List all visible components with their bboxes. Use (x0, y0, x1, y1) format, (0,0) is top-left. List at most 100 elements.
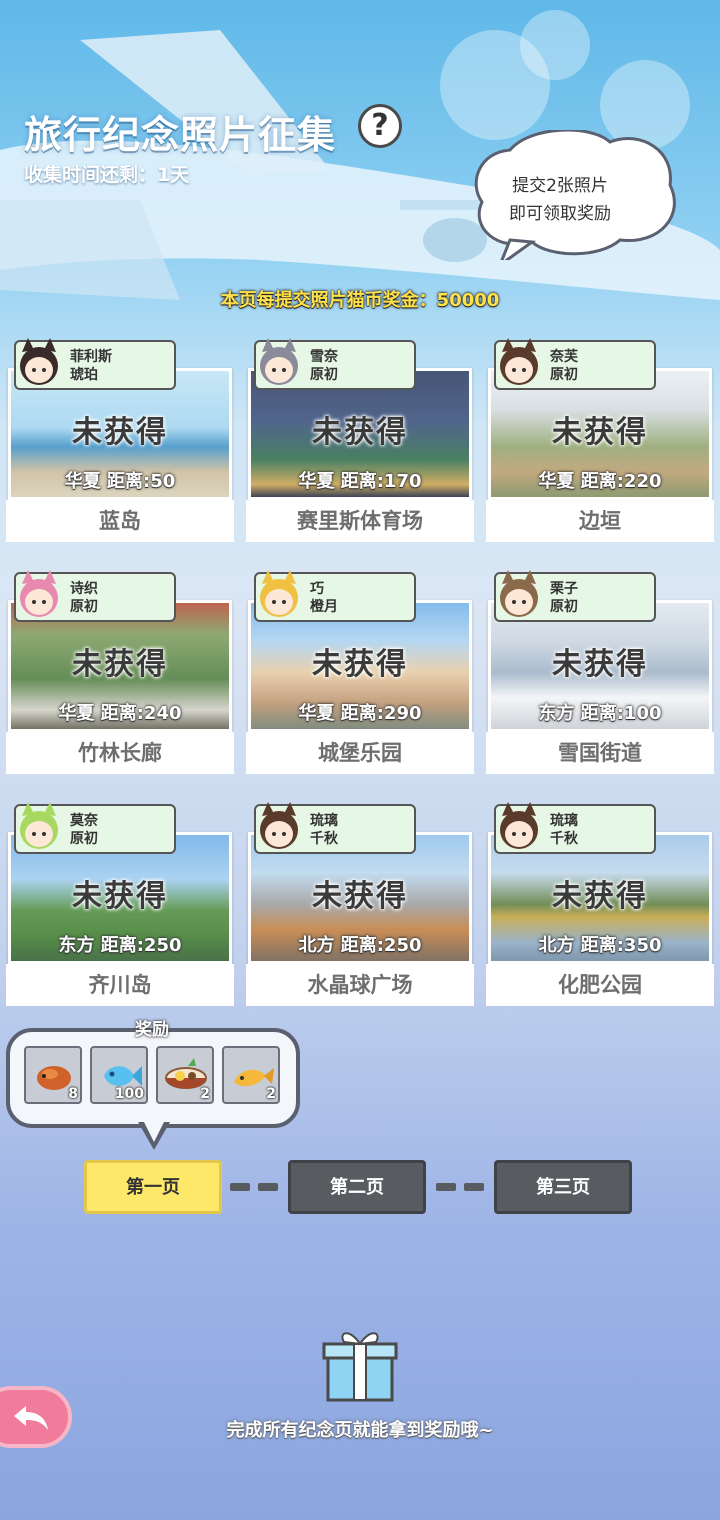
character-avatar-icon (260, 802, 298, 849)
photo-distance: 北方 距离:350 (538, 935, 662, 956)
character-name: 巧橙月 (310, 580, 338, 616)
gift-box-icon[interactable] (320, 1324, 400, 1404)
photo-card[interactable]: 未获得东方 距离:250 齐川岛 莫奈原初 (6, 802, 234, 1009)
photo-status: 未获得 (312, 879, 408, 914)
character-avatar-icon (20, 338, 58, 385)
character-tag: 奈芙 原初 (494, 338, 656, 390)
character-name: 奈芙 原初 (550, 348, 578, 384)
character-name-line2: 千秋 (310, 831, 338, 847)
character-tag: 巧橙月 (254, 570, 416, 622)
photo-status: 未获得 (552, 647, 648, 682)
character-name: 栗子 原初 (550, 580, 578, 616)
character-name: 琉璃 千秋 (310, 812, 338, 848)
character-name-line1: 奈芙 (550, 349, 578, 365)
page-2-button[interactable]: 第二页 (288, 1160, 426, 1214)
page-title: 旅行纪念照片征集 (24, 113, 337, 157)
bubble-text: 提交2张照片 即可领取奖励 (470, 172, 650, 228)
character-name: 雪奈 原初 (310, 348, 338, 384)
reward-item-roast-fish[interactable]: 8 (24, 1046, 82, 1104)
time-remaining: 收集时间还剩：1天 (24, 164, 190, 186)
character-name-line2: 原初 (70, 599, 98, 615)
photo-distance: 华夏 距离:50 (64, 471, 176, 492)
photo-status: 未获得 (312, 415, 408, 450)
photo-card[interactable]: 未获得华夏 距离:170 赛里斯体育场 雪奈原初 (246, 338, 474, 545)
photo-card[interactable]: 未获得华夏 距离:240 竹林长廊 诗织 原初 (6, 570, 234, 777)
location-name: 赛里斯体育场 (246, 500, 474, 542)
reward-item-ramen[interactable]: 2 (156, 1046, 214, 1104)
photo-card[interactable]: 未获得华夏 距离:50 蓝岛 菲利斯琥珀 (6, 338, 234, 545)
character-tag: 栗子 原初 (494, 570, 656, 622)
photo-status: 未获得 (72, 879, 168, 914)
reward-tail-inner (142, 1118, 166, 1142)
character-name: 诗织 原初 (70, 580, 98, 616)
photo-distance: 华夏 距离:240 (58, 703, 182, 724)
page-connector (258, 1183, 278, 1191)
character-name-line2: 原初 (310, 367, 338, 383)
location-name: 竹林长廊 (6, 732, 234, 774)
photo-card[interactable]: 未获得北方 距离:350 化肥公园 琉璃千秋 (486, 802, 714, 1009)
photo-distance: 华夏 距离:290 (298, 703, 422, 724)
character-name-line1: 巧 (310, 581, 324, 597)
location-name: 雪国街道 (486, 732, 714, 774)
character-name: 莫奈 原初 (70, 812, 98, 848)
character-name-line2: 橙月 (310, 599, 338, 615)
character-name-line1: 莫奈 (70, 813, 98, 829)
location-name: 水晶球广场 (246, 964, 474, 1006)
page-connector (230, 1183, 250, 1191)
reward-label: 奖励 (135, 1020, 169, 1040)
character-tag: 琉璃 千秋 (254, 802, 416, 854)
character-name: 琉璃 千秋 (550, 812, 578, 848)
location-name: 化肥公园 (486, 964, 714, 1006)
photo-card[interactable]: 未获得北方 距离:250 水晶球广场 琉璃 千秋 (246, 802, 474, 1009)
character-tag: 诗织 原初 (14, 570, 176, 622)
reward-qty: 2 (200, 1086, 210, 1102)
back-button[interactable] (0, 1386, 72, 1448)
photo-distance: 东方 距离:100 (538, 703, 662, 724)
photo-status: 未获得 (552, 879, 648, 914)
character-avatar-icon (500, 802, 538, 849)
location-name: 齐川岛 (6, 964, 234, 1006)
character-name-line2: 原初 (550, 367, 578, 383)
photo-distance: 华夏 距离:220 (538, 471, 662, 492)
footer-hint: 完成所有纪念页就能拿到奖励哦~ (226, 1420, 494, 1441)
character-tag: 菲利斯 琥珀 (14, 338, 176, 390)
character-tag: 莫奈 原初 (14, 802, 176, 854)
character-name-line1: 菲利斯 (70, 349, 112, 365)
location-name: 城堡乐园 (246, 732, 474, 774)
photo-status: 未获得 (72, 415, 168, 450)
character-avatar-icon (500, 570, 538, 617)
page-3-button[interactable]: 第三页 (494, 1160, 632, 1214)
character-name: 菲利斯 琥珀 (70, 348, 112, 384)
photo-card[interactable]: 未获得东方 距离:100 雪国街道 栗子原初 (486, 570, 714, 777)
character-avatar-icon (260, 338, 298, 385)
character-name-line2: 琥珀 (70, 367, 98, 383)
photo-distance: 北方 距离:250 (298, 935, 422, 956)
help-button[interactable]: ? (358, 104, 402, 148)
photo-distance: 华夏 距离:170 (298, 471, 422, 492)
reward-qty: 8 (68, 1086, 78, 1102)
bubble-line-2: 即可领取奖励 (509, 204, 611, 224)
photo-status: 未获得 (72, 647, 168, 682)
reward-item-dried-fish[interactable]: 2 (222, 1046, 280, 1104)
photo-card[interactable]: 未获得华夏 距离:290 城堡乐园 巧橙月 (246, 570, 474, 777)
back-arrow-icon (14, 1406, 48, 1430)
character-name-line2: 原初 (550, 599, 578, 615)
character-tag: 雪奈 原初 (254, 338, 416, 390)
photo-card[interactable]: 未获得 华夏 距离:220 边垣 奈芙 原初 (486, 338, 714, 545)
character-name-line1: 雪奈 (310, 349, 338, 365)
character-name-line2: 原初 (70, 831, 98, 847)
reward-qty: 2 (266, 1086, 276, 1102)
character-name-line1: 栗子 (550, 581, 578, 597)
character-name-line2: 千秋 (550, 831, 578, 847)
photo-status: 未获得 (312, 647, 408, 682)
character-avatar-icon (500, 338, 538, 385)
character-name-line1: 琉璃 (550, 813, 578, 829)
character-avatar-icon (20, 570, 58, 617)
photo-distance: 东方 距离:250 (58, 935, 182, 956)
character-avatar-icon (260, 570, 298, 617)
page-1-button[interactable]: 第一页 (84, 1160, 222, 1214)
page-connector (436, 1183, 456, 1191)
location-name: 蓝岛 (6, 500, 234, 542)
reward-item-blue-fish[interactable]: 100 (90, 1046, 148, 1104)
photo-status: 未获得 (552, 415, 648, 450)
